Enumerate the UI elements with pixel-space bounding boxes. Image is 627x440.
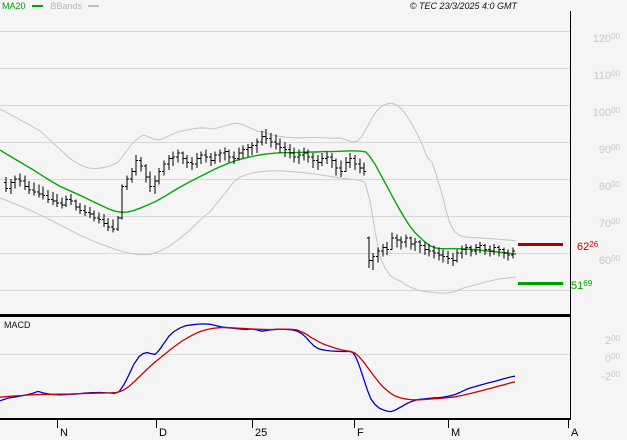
- ma20-line: [0, 149, 517, 255]
- month-label: A: [571, 427, 579, 439]
- bbands-line-swatch: [88, 5, 100, 7]
- bollinger-lower-line: [0, 170, 517, 294]
- month-label: F: [357, 427, 364, 439]
- stock-chart-screen: MA20 BBands © TEC 23/3/2025 4:0 GMT MACD…: [0, 0, 627, 440]
- price-tick-label: 8000: [598, 180, 620, 193]
- ma20-legend-label: MA20: [2, 1, 26, 11]
- price-tick-label: 12000: [592, 32, 620, 45]
- macd-tick-label: 000: [604, 352, 620, 365]
- copyright-text: © TEC 23/3/2025 4:0 GMT: [409, 1, 517, 11]
- price-tick-label: 10000: [592, 106, 620, 119]
- macd-panel-label: MACD: [4, 320, 31, 330]
- support-level-label: 5169: [571, 278, 593, 292]
- month-label: N: [60, 427, 68, 439]
- price-tick-label: 11000: [593, 69, 620, 82]
- macd-signal-line: [0, 326, 516, 401]
- price-tick-label: 7000: [598, 217, 620, 230]
- month-label: D: [159, 427, 167, 439]
- month-label: M: [451, 427, 461, 439]
- legend: MA20 BBands: [2, 1, 100, 11]
- price-tick-label: 9000: [598, 143, 620, 156]
- resistance-level-label: 6226: [577, 239, 599, 253]
- macd-tick-label: -200: [601, 370, 620, 383]
- bbands-legend-label: BBands: [50, 1, 83, 11]
- ma20-line-swatch: [31, 5, 43, 7]
- macd-tick-label: 200: [604, 334, 620, 347]
- chart-canvas: [0, 11, 571, 428]
- month-label: 25: [255, 427, 268, 439]
- price-tick-label: 6000: [598, 254, 620, 267]
